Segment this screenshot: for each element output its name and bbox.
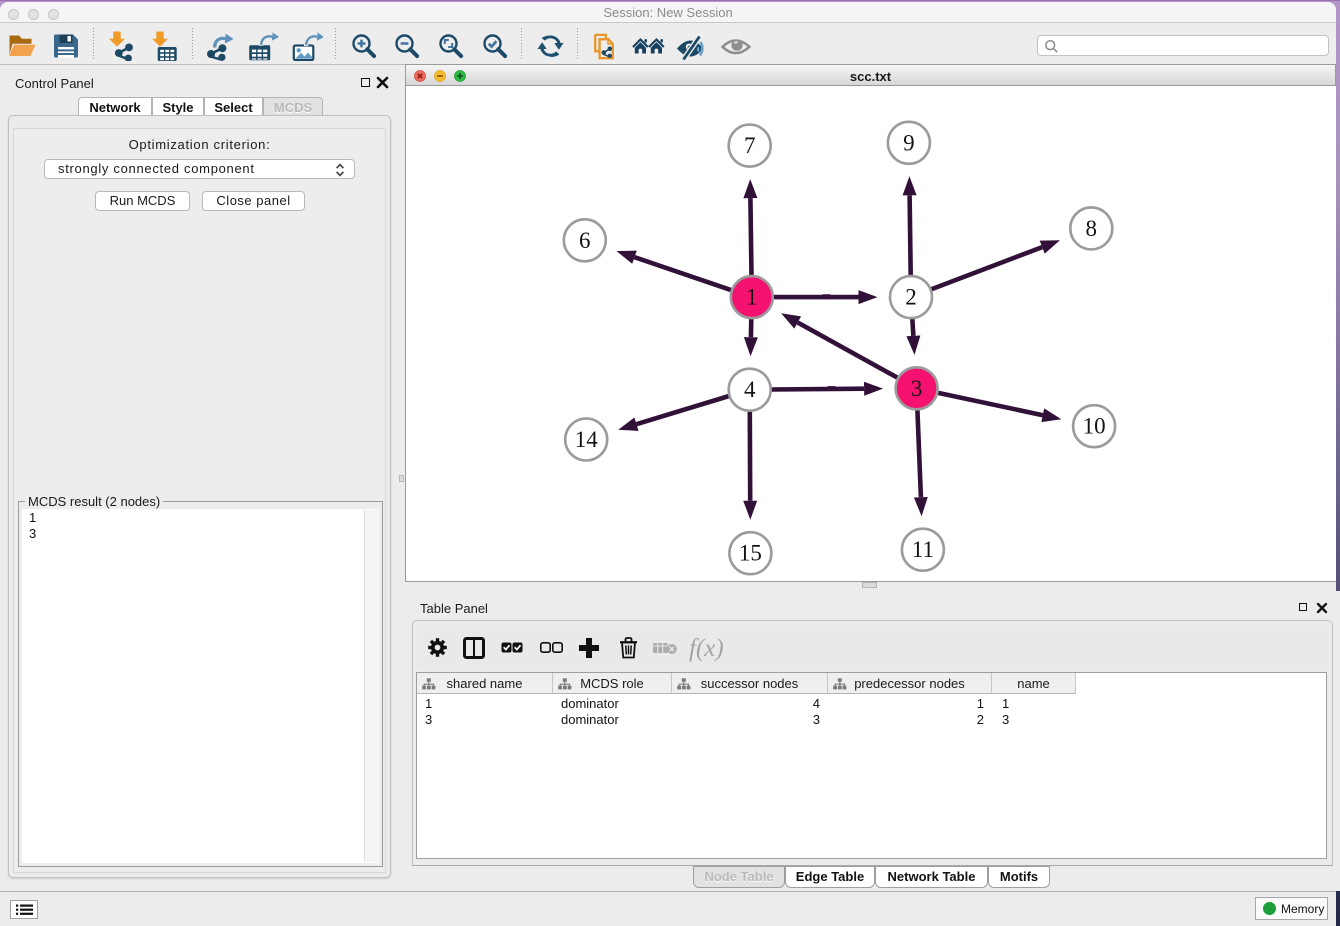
svg-text:8: 8 <box>1086 216 1098 241</box>
svg-text:1: 1 <box>746 285 758 310</box>
svg-text:2: 2 <box>905 285 917 310</box>
svg-text:4: 4 <box>744 377 756 402</box>
svg-text:7: 7 <box>744 133 756 158</box>
svg-text:f(x): f(x) <box>689 635 724 662</box>
svg-text:15: 15 <box>739 541 762 566</box>
svg-text:14: 14 <box>575 427 599 452</box>
svg-text:6: 6 <box>579 228 591 253</box>
svg-text:11: 11 <box>912 537 934 562</box>
svg-text:10: 10 <box>1083 414 1106 439</box>
svg-text:3: 3 <box>911 376 923 401</box>
svg-text:9: 9 <box>903 130 915 155</box>
